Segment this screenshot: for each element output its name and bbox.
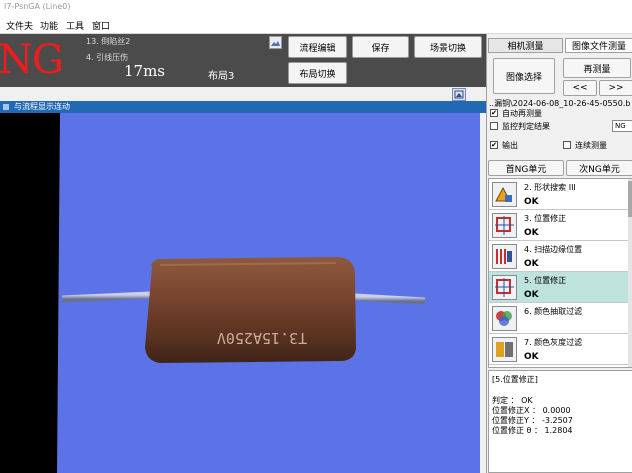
menu-window[interactable]: 窗口 [92, 19, 110, 32]
color-extract-icon [492, 306, 517, 331]
shape-search-icon [492, 182, 517, 207]
list-item[interactable]: 4. 扫描边缘位置 OK [489, 241, 632, 272]
position-correction-icon [492, 213, 517, 238]
image-window-title: 与流程显示连动 [0, 101, 486, 113]
monitor-value-field[interactable]: NG [612, 120, 632, 132]
output-checkbox[interactable]: ✔ [490, 141, 498, 149]
part-marking: T3.15A250V [217, 329, 307, 347]
error-item: 13. 倒陷丝2 [86, 37, 131, 46]
tab-image-file-measure[interactable]: 图像文件测量 [565, 38, 632, 53]
unit-status: OK [524, 197, 539, 207]
scrollbar-thumb[interactable] [628, 181, 632, 217]
list-item-selected[interactable]: 5. 位置修正 OK [489, 272, 632, 303]
list-item[interactable]: 2. 形状搜索 III OK [489, 179, 632, 210]
detail-position-theta: 位置修正 θ ： 1.2804 [492, 426, 573, 435]
detail-heading: [5.位置修正] [492, 375, 538, 384]
list-item[interactable]: 7. 颜色灰度过滤 OK [489, 334, 632, 365]
unit-status: OK [524, 290, 539, 300]
menu-bar: 文件夫 功能 工具 窗口 [0, 16, 632, 34]
part-image: T3.15A250V [0, 113, 480, 473]
image-toolbar [0, 87, 486, 101]
lead-wire-left [61, 291, 151, 303]
continuous-measure-checkbox[interactable] [563, 141, 571, 149]
unit-name: 7. 颜色灰度过滤 [524, 338, 583, 347]
menu-file[interactable]: 文件夫 [6, 19, 33, 32]
output-label: 输出 [502, 141, 518, 150]
color-gray-filter-icon [492, 337, 517, 362]
monitor-judgement-checkbox[interactable] [490, 122, 498, 130]
monitor-judgement-label: 监控判定结果 [502, 122, 550, 131]
unit-list-scrollbar[interactable] [628, 179, 632, 367]
remeasure-button[interactable]: 再测量 [563, 58, 631, 78]
unit-name: 3. 位置修正 [524, 214, 567, 223]
unit-status: OK [524, 228, 539, 238]
unit-name: 6. 颜色抽取过滤 [524, 307, 583, 316]
list-item[interactable]: 3. 位置修正 OK [489, 210, 632, 241]
image-icon[interactable] [269, 36, 282, 49]
lead-wire-right [354, 293, 426, 305]
position-correction-icon [492, 275, 517, 300]
scene-switch-button[interactable]: 场景切换 [414, 36, 482, 58]
window-title: I7-PsnGA (Line0) [0, 0, 632, 16]
scan-edge-icon [492, 244, 517, 269]
control-panel: 相机测量 图像文件测量 图像选择 再测量 << >> ..漏铜\2024-06-… [486, 34, 632, 473]
flow-edit-button[interactable]: 流程编辑 [288, 36, 347, 58]
menu-function[interactable]: 功能 [40, 19, 58, 32]
select-image-button[interactable]: 图像选择 [493, 58, 555, 94]
unit-name: 5. 位置修正 [524, 276, 567, 285]
judgement-result: NG [0, 37, 64, 83]
flow-unit-list: 2. 形状搜索 III OK 3. 位置修正 OK 4. 扫描边缘位置 OK 5… [488, 178, 632, 368]
layout-switch-button[interactable]: 布局切换 [288, 62, 347, 84]
next-ng-unit-button[interactable]: 次NG单元 [566, 160, 632, 176]
camera-image[interactable]: T3.15A250V [0, 113, 480, 473]
unit-detail-panel: [5.位置修正] 判定 ： OK 位置修正X ： 0.0000 位置修正Y ： … [488, 370, 632, 473]
unit-status: OK [524, 352, 539, 362]
unit-status: OK [524, 259, 539, 269]
tab-camera-measure[interactable]: 相机测量 [488, 38, 563, 53]
error-item: 4. 引线压伤 [86, 53, 129, 62]
save-button[interactable]: 保存 [352, 36, 409, 58]
menu-tools[interactable]: 工具 [66, 19, 84, 32]
prev-image-button[interactable]: << [563, 80, 597, 96]
first-ng-unit-button[interactable]: 首NG单元 [488, 160, 564, 176]
list-item[interactable]: 6. 颜色抽取过滤 [489, 303, 632, 334]
auto-remeasure-label: 自动再测量 [502, 109, 542, 118]
next-image-button[interactable]: >> [599, 80, 632, 96]
auto-remeasure-checkbox[interactable]: ✔ [490, 109, 498, 117]
continuous-measure-label: 连续测量 [575, 141, 607, 150]
fit-image-icon[interactable] [452, 88, 466, 101]
unit-name: 2. 形状搜索 III [524, 183, 576, 192]
processing-time: 17ms [124, 62, 166, 80]
unit-name: 4. 扫描边缘位置 [524, 245, 583, 254]
layout-name: 布局3 [208, 71, 235, 82]
